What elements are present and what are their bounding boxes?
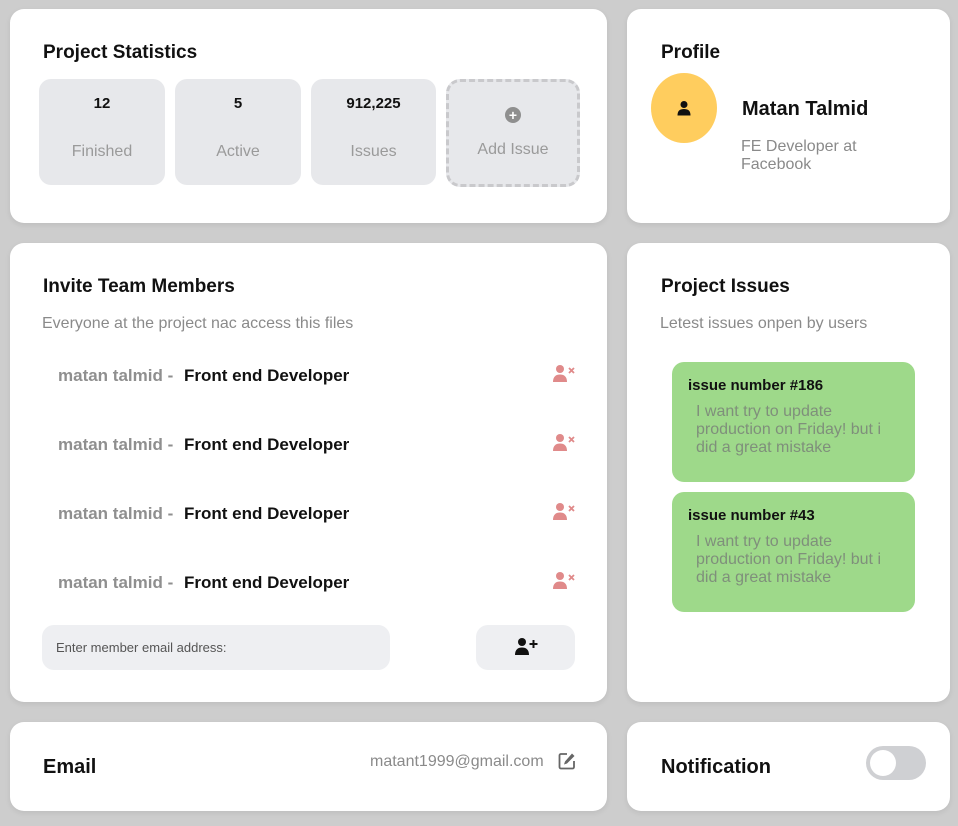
profile-card: Profile Matan Talmid FE Developer at Fac… bbox=[627, 9, 950, 223]
user-icon bbox=[677, 101, 691, 116]
member-role: Front end Developer bbox=[184, 435, 350, 454]
stat-issues: 912,225 Issues bbox=[311, 79, 436, 185]
add-user-icon bbox=[515, 638, 538, 655]
member-row: matan talmid - Front end Developer bbox=[58, 429, 578, 459]
notification-label: Notification bbox=[661, 756, 771, 778]
stat-active-label: Active bbox=[216, 143, 260, 160]
member-role: Front end Developer bbox=[184, 504, 350, 523]
project-statistics-card: Project Statistics 12 Finished 5 Active … bbox=[10, 9, 607, 223]
invite-team-card: Invite Team Members Everyone at the proj… bbox=[10, 243, 607, 702]
remove-user-icon[interactable] bbox=[552, 502, 576, 522]
member-name: matan talmid - bbox=[58, 435, 174, 454]
member-name: matan talmid - bbox=[58, 573, 174, 592]
stat-active-value: 5 bbox=[233, 95, 243, 112]
remove-user-icon[interactable] bbox=[552, 571, 576, 591]
member-role: Front end Developer bbox=[184, 366, 350, 385]
notification-card: Notification bbox=[627, 722, 950, 811]
project-issues-card: Project Issues Letest issues onpen by us… bbox=[627, 243, 950, 702]
issue-body: I want try to update production on Frida… bbox=[696, 533, 881, 586]
add-issue-button[interactable]: + Add Issue bbox=[446, 79, 580, 187]
issue-title: issue number #43 bbox=[688, 507, 815, 524]
member-email-input[interactable] bbox=[42, 625, 390, 670]
avatar bbox=[651, 73, 717, 143]
remove-user-icon[interactable] bbox=[552, 364, 576, 384]
email-label: Email bbox=[43, 756, 97, 778]
email-value: matant1999@gmail.com bbox=[370, 753, 544, 770]
add-issue-label: Add Issue bbox=[477, 141, 549, 158]
remove-user-icon[interactable] bbox=[552, 433, 576, 453]
issue-card[interactable]: issue number #43 I want try to update pr… bbox=[672, 492, 915, 612]
invite-subtitle: Everyone at the project nac access this … bbox=[42, 315, 354, 332]
issue-card[interactable]: issue number #186 I want try to update p… bbox=[672, 362, 915, 482]
profile-name: Matan Talmid bbox=[742, 98, 869, 120]
profile-role: FE Developer at Facebook bbox=[741, 138, 857, 173]
toggle-knob bbox=[870, 750, 896, 776]
invite-title: Invite Team Members bbox=[43, 276, 235, 297]
member-role: Front end Developer bbox=[184, 573, 350, 592]
notification-toggle[interactable] bbox=[866, 746, 926, 780]
member-name: matan talmid - bbox=[58, 504, 174, 523]
project-statistics-title: Project Statistics bbox=[43, 42, 198, 63]
issues-subtitle: Letest issues onpen by users bbox=[660, 315, 868, 332]
stat-finished-label: Finished bbox=[71, 143, 133, 160]
issue-body: I want try to update production on Frida… bbox=[696, 403, 881, 456]
add-member-button[interactable] bbox=[476, 625, 575, 670]
issue-title: issue number #186 bbox=[688, 377, 824, 394]
member-row: matan talmid - Front end Developer bbox=[58, 360, 578, 390]
member-name: matan talmid - bbox=[58, 366, 174, 385]
stat-issues-value: 912,225 bbox=[346, 95, 401, 112]
stat-finished: 12 Finished bbox=[39, 79, 165, 185]
plus-circle-icon: + bbox=[505, 107, 521, 123]
stat-active: 5 Active bbox=[175, 79, 301, 185]
issues-title: Project Issues bbox=[661, 276, 790, 297]
edit-icon[interactable] bbox=[558, 752, 576, 770]
email-card: Email matant1999@gmail.com bbox=[10, 722, 607, 811]
stat-issues-label: Issues bbox=[350, 143, 397, 160]
stat-finished-value: 12 bbox=[93, 95, 111, 112]
member-row: matan talmid - Front end Developer bbox=[58, 567, 578, 597]
member-row: matan talmid - Front end Developer bbox=[58, 498, 578, 528]
profile-title: Profile bbox=[661, 42, 721, 63]
